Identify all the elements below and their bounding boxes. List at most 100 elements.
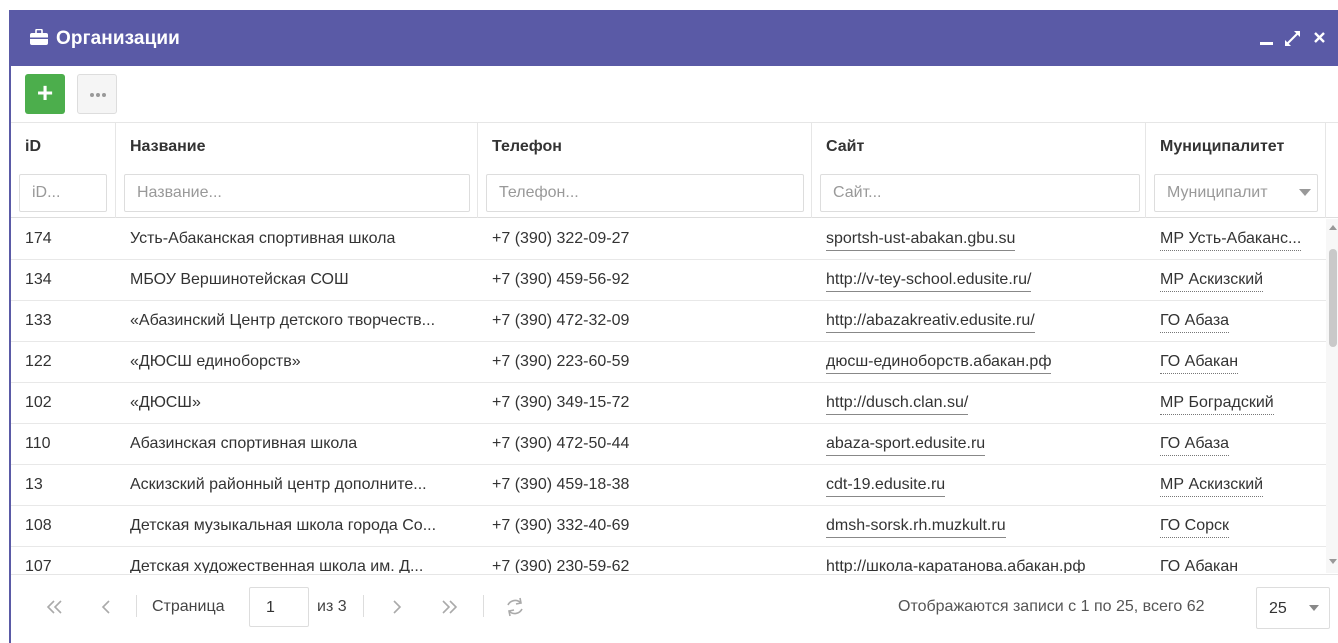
cell-name: «ДЮСШ» (130, 394, 201, 411)
ellipsis-dot (96, 93, 100, 97)
table-row[interactable]: 134 МБОУ Вершинотейская СОШ +7 (390) 459-5… (11, 260, 1326, 301)
window-titlebar: Организации (11, 10, 1338, 66)
cell-site: дюсш-единоборств.абакан.рф (812, 342, 1146, 382)
cell-id: 102 (25, 394, 52, 411)
first-page-icon[interactable] (45, 595, 65, 619)
page-size-select[interactable]: 25 (1256, 587, 1330, 629)
minimize-icon[interactable] (1257, 26, 1277, 48)
table-row[interactable]: 110 Абазинская спортивная школа +7 (390) 4… (11, 424, 1326, 465)
maximize-icon[interactable] (1283, 26, 1303, 48)
cell-phone: +7 (390) 472-50-44 (492, 435, 630, 452)
municipality-link[interactable]: МР Усть-Абаканс... (1160, 230, 1302, 251)
municipality-filter-placeholder: Муниципалит (1167, 184, 1268, 201)
cell-site: http://школа-каратанова.абакан.рф (812, 547, 1146, 573)
last-page-icon[interactable] (439, 595, 459, 619)
column-header-name[interactable]: Название (116, 123, 478, 171)
prev-page-icon[interactable] (99, 595, 113, 619)
municipality-link[interactable]: ГО Абакан (1160, 558, 1239, 573)
cell-id: 110 (25, 435, 51, 452)
cell-municipality: ГО Абаза (1146, 301, 1326, 341)
cell-phone: +7 (390) 349-15-72 (492, 394, 630, 411)
cell-id: 174 (25, 230, 52, 247)
column-header-id[interactable]: iD (11, 123, 116, 171)
cell-municipality: МР Боградский (1146, 383, 1326, 423)
cell-name: Аскизский районный центр дополните... (130, 476, 427, 493)
municipality-link[interactable]: ГО Абаза (1160, 435, 1230, 456)
page-size-value: 25 (1269, 600, 1287, 617)
chevron-down-icon (1309, 605, 1319, 611)
pager-divider (363, 595, 364, 617)
window-title: Организации (56, 28, 180, 49)
site-link[interactable]: http://школа-каратанова.абакан.рф (826, 558, 1086, 573)
table-row[interactable]: 122 «ДЮСШ единоборств» +7 (390) 223-60-59 д… (11, 342, 1326, 383)
site-link[interactable]: http://abazakreativ.edusite.ru/ (826, 312, 1035, 333)
records-summary: Отображаются записи с 1 по 25, всего 62 (898, 598, 1205, 615)
cell-id: 133 (25, 312, 52, 329)
cell-municipality: МР Аскизский (1146, 465, 1326, 505)
scrollbar-thumb[interactable] (1329, 249, 1337, 347)
table-row[interactable]: 174 Усть-Абаканская спортивная школа +7 (3… (11, 219, 1326, 260)
cell-id: 13 (25, 476, 43, 493)
phone-filter-input[interactable]: Телефон... (486, 174, 804, 212)
scroll-up-icon[interactable] (1329, 225, 1337, 230)
table-row[interactable]: 108 Детская музыкальная школа города Со..… (11, 506, 1326, 547)
ellipsis-icon (90, 93, 94, 97)
page-total-label: из 3 (317, 598, 347, 615)
more-button[interactable] (77, 74, 117, 114)
table-row[interactable]: 102 «ДЮСШ» +7 (390) 349-15-72 http://dusch.… (11, 383, 1326, 424)
add-button[interactable]: + (25, 74, 65, 114)
municipality-link[interactable]: МР Аскизский (1160, 271, 1264, 292)
cell-name: Усть-Абаканская спортивная школа (130, 230, 396, 247)
site-link[interactable]: http://dusch.clan.su/ (826, 394, 969, 415)
municipality-link[interactable]: ГО Абаза (1160, 312, 1230, 333)
cell-phone: +7 (390) 230-59-62 (492, 558, 630, 573)
cell-municipality: МР Аскизский (1146, 260, 1326, 300)
close-icon[interactable] (1310, 26, 1330, 48)
column-header-municipality[interactable]: Муниципалитет (1146, 123, 1326, 171)
cell-id: 108 (25, 517, 52, 534)
cell-site: sportsh-ust-abakan.gbu.su (812, 219, 1146, 259)
cell-name: Абазинская спортивная школа (130, 435, 358, 452)
cell-municipality: МР Усть-Абаканс... (1146, 219, 1326, 259)
site-link[interactable]: dmsh-sorsk.rh.muzkult.ru (826, 517, 1006, 538)
name-filter-input[interactable]: Название... (124, 174, 470, 212)
site-filter-input[interactable]: Сайт... (820, 174, 1140, 212)
cell-name: Детская музыкальная школа города Со... (130, 517, 437, 534)
refresh-icon[interactable] (503, 595, 527, 619)
table-row[interactable]: 107 Детская художественная школа им. Д...… (11, 547, 1326, 573)
page-label: Страница (152, 598, 225, 615)
next-page-icon[interactable] (390, 595, 404, 619)
municipality-link[interactable]: ГО Сорск (1160, 517, 1230, 538)
grid-header: iD Название Телефон Сайт Муниципалитет (11, 122, 1338, 171)
cell-phone: +7 (390) 322-09-27 (492, 230, 630, 247)
cell-site: cdt-19.edusite.ru (812, 465, 1146, 505)
vertical-scrollbar[interactable] (1326, 219, 1338, 573)
page-number-input[interactable]: 1 (249, 587, 309, 627)
pager-divider (483, 595, 484, 617)
table-row[interactable]: 133 «Абазинский Центр детского творчеств.… (11, 301, 1326, 342)
municipality-link[interactable]: МР Аскизский (1160, 476, 1264, 497)
site-link[interactable]: abaza-sport.edusite.ru (826, 435, 986, 456)
municipality-link[interactable]: МР Боградский (1160, 394, 1274, 415)
column-header-site[interactable]: Сайт (812, 123, 1146, 171)
municipality-link[interactable]: ГО Абакан (1160, 353, 1239, 374)
site-link[interactable]: sportsh-ust-abakan.gbu.su (826, 230, 1016, 251)
cell-name: «Абазинский Центр детского творчеств... (130, 312, 436, 329)
filter-cell-municipality: Муниципалит (1146, 170, 1326, 218)
site-link[interactable]: дюсш-единоборств.абакан.рф (826, 353, 1052, 374)
municipality-filter-select[interactable]: Муниципалит (1154, 174, 1318, 212)
pager-divider (136, 595, 137, 617)
filter-cell-phone: Телефон... (478, 170, 812, 218)
scroll-down-icon[interactable] (1329, 559, 1337, 564)
filter-cell-site: Сайт... (812, 170, 1146, 218)
site-link[interactable]: http://v-tey-school.edusite.ru/ (826, 271, 1032, 292)
column-header-phone[interactable]: Телефон (478, 123, 812, 171)
cell-id: 122 (25, 353, 52, 370)
cell-phone: +7 (390) 472-32-09 (492, 312, 630, 329)
filter-row: iD... Название... Телефон... Сайт... Мун… (11, 170, 1338, 218)
site-link[interactable]: cdt-19.edusite.ru (826, 476, 946, 497)
cell-site: http://v-tey-school.edusite.ru/ (812, 260, 1146, 300)
cell-site: dmsh-sorsk.rh.muzkult.ru (812, 506, 1146, 546)
table-row[interactable]: 13 Аскизский районный центр дополните... +… (11, 465, 1326, 506)
id-filter-input[interactable]: iD... (19, 174, 107, 212)
